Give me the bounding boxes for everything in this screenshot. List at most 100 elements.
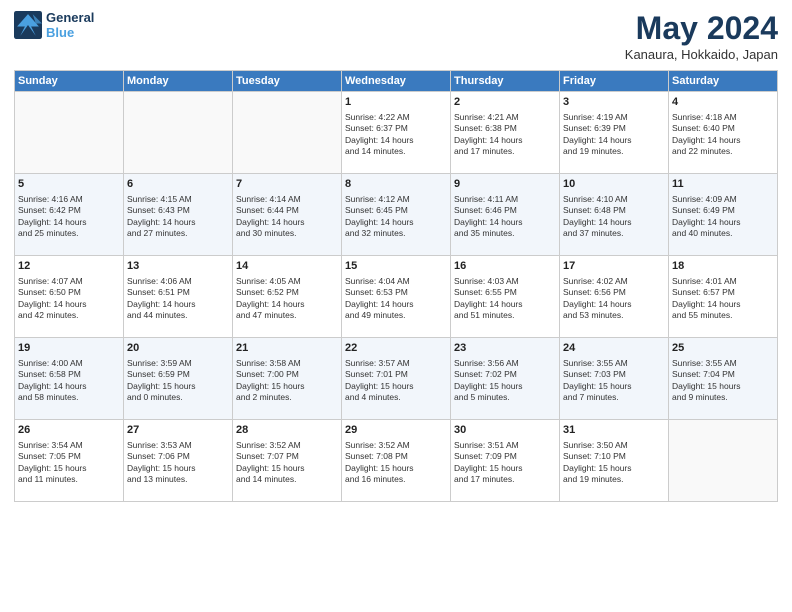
day-number: 5 <box>18 177 120 192</box>
day-number: 17 <box>563 259 665 274</box>
day-info: Sunrise: 4:12 AMSunset: 6:45 PMDaylight:… <box>345 194 447 240</box>
calendar-cell: 18 Sunrise: 4:01 AMSunset: 6:57 PMDayligh… <box>669 256 778 338</box>
day-info: Sunrise: 4:00 AMSunset: 6:58 PMDaylight:… <box>18 358 120 404</box>
day-info: Sunrise: 4:06 AMSunset: 6:51 PMDaylight:… <box>127 276 229 322</box>
calendar-week-4: 19 Sunrise: 4:00 AMSunset: 6:58 PMDayligh… <box>15 338 778 420</box>
weekday-header-monday: Monday <box>124 71 233 92</box>
day-number: 1 <box>345 95 447 110</box>
calendar-cell: 10 Sunrise: 4:10 AMSunset: 6:48 PMDayligh… <box>560 174 669 256</box>
calendar-cell: 4Sunrise: 4:18 AMSunset: 6:40 PMDaylight… <box>669 92 778 174</box>
day-info: Sunrise: 3:50 AMSunset: 7:10 PMDaylight:… <box>563 440 665 486</box>
day-info: Sunrise: 4:21 AMSunset: 6:38 PMDaylight:… <box>454 112 556 158</box>
calendar-cell: 12Sunrise: 4:07 AMSunset: 6:50 PMDayligh… <box>15 256 124 338</box>
day-number: 11 <box>672 177 774 192</box>
day-number: 23 <box>454 341 556 356</box>
day-number: 10 <box>563 177 665 192</box>
day-info: Sunrise: 3:59 AMSunset: 6:59 PMDaylight:… <box>127 358 229 404</box>
day-info: Sunrise: 3:56 AMSunset: 7:02 PMDaylight:… <box>454 358 556 404</box>
day-number: 3 <box>563 95 665 110</box>
day-number: 14 <box>236 259 338 274</box>
day-number: 19 <box>18 341 120 356</box>
day-info: Sunrise: 3:54 AMSunset: 7:05 PMDaylight:… <box>18 440 120 486</box>
day-info: Sunrise: 4:14 AMSunset: 6:44 PMDaylight:… <box>236 194 338 240</box>
calendar-page: General Blue May 2024 Kanaura, Hokkaido,… <box>0 0 792 612</box>
day-info: Sunrise: 4:18 AMSunset: 6:40 PMDaylight:… <box>672 112 774 158</box>
weekday-header-saturday: Saturday <box>669 71 778 92</box>
calendar-cell: 25 Sunrise: 3:55 AMSunset: 7:04 PMDayligh… <box>669 338 778 420</box>
calendar-cell: 20 Sunrise: 3:59 AMSunset: 6:59 PMDayligh… <box>124 338 233 420</box>
day-number: 9 <box>454 177 556 192</box>
calendar-cell: 31 Sunrise: 3:50 AMSunset: 7:10 PMDayligh… <box>560 420 669 502</box>
day-number: 12 <box>18 259 120 274</box>
logo-icon <box>14 11 42 39</box>
day-number: 18 <box>672 259 774 274</box>
calendar-cell: 8 Sunrise: 4:12 AMSunset: 6:45 PMDaylight… <box>342 174 451 256</box>
day-info: Sunrise: 4:04 AMSunset: 6:53 PMDaylight:… <box>345 276 447 322</box>
day-number: 29 <box>345 423 447 438</box>
day-number: 7 <box>236 177 338 192</box>
calendar-week-1: 1 Sunrise: 4:22 AMSunset: 6:37 PMDaylight… <box>15 92 778 174</box>
calendar-week-2: 5Sunrise: 4:16 AMSunset: 6:42 PMDaylight… <box>15 174 778 256</box>
calendar-cell: 14Sunrise: 4:05 AMSunset: 6:52 PMDayligh… <box>233 256 342 338</box>
weekday-header-friday: Friday <box>560 71 669 92</box>
day-info: Sunrise: 3:53 AMSunset: 7:06 PMDaylight:… <box>127 440 229 486</box>
day-number: 27 <box>127 423 229 438</box>
calendar-cell <box>124 92 233 174</box>
month-title: May 2024 <box>625 10 778 47</box>
calendar-cell: 27 Sunrise: 3:53 AMSunset: 7:06 PMDayligh… <box>124 420 233 502</box>
header: General Blue May 2024 Kanaura, Hokkaido,… <box>14 10 778 62</box>
day-info: Sunrise: 4:11 AMSunset: 6:46 PMDaylight:… <box>454 194 556 240</box>
calendar-cell: 24 Sunrise: 3:55 AMSunset: 7:03 PMDayligh… <box>560 338 669 420</box>
day-number: 8 <box>345 177 447 192</box>
day-info: Sunrise: 3:55 AMSunset: 7:03 PMDaylight:… <box>563 358 665 404</box>
calendar-cell: 9 Sunrise: 4:11 AMSunset: 6:46 PMDaylight… <box>451 174 560 256</box>
calendar-cell <box>233 92 342 174</box>
weekday-header-row: SundayMondayTuesdayWednesdayThursdayFrid… <box>15 71 778 92</box>
day-number: 16 <box>454 259 556 274</box>
day-number: 24 <box>563 341 665 356</box>
calendar-cell: 23 Sunrise: 3:56 AMSunset: 7:02 PMDayligh… <box>451 338 560 420</box>
day-number: 15 <box>345 259 447 274</box>
day-number: 31 <box>563 423 665 438</box>
day-number: 22 <box>345 341 447 356</box>
calendar-cell: 16Sunrise: 4:03 AMSunset: 6:55 PMDayligh… <box>451 256 560 338</box>
weekday-header-tuesday: Tuesday <box>233 71 342 92</box>
calendar-cell: 21Sunrise: 3:58 AMSunset: 7:00 PMDayligh… <box>233 338 342 420</box>
day-info: Sunrise: 4:10 AMSunset: 6:48 PMDaylight:… <box>563 194 665 240</box>
day-info: Sunrise: 4:02 AMSunset: 6:56 PMDaylight:… <box>563 276 665 322</box>
day-number: 28 <box>236 423 338 438</box>
day-info: Sunrise: 4:09 AMSunset: 6:49 PMDaylight:… <box>672 194 774 240</box>
day-number: 26 <box>18 423 120 438</box>
calendar-week-3: 12Sunrise: 4:07 AMSunset: 6:50 PMDayligh… <box>15 256 778 338</box>
day-info: Sunrise: 3:52 AMSunset: 7:07 PMDaylight:… <box>236 440 338 486</box>
calendar-cell: 7 Sunrise: 4:14 AMSunset: 6:44 PMDaylight… <box>233 174 342 256</box>
weekday-header-wednesday: Wednesday <box>342 71 451 92</box>
calendar-cell: 19 Sunrise: 4:00 AMSunset: 6:58 PMDayligh… <box>15 338 124 420</box>
day-info: Sunrise: 4:22 AMSunset: 6:37 PMDaylight:… <box>345 112 447 158</box>
calendar-cell: 6Sunrise: 4:15 AMSunset: 6:43 PMDaylight… <box>124 174 233 256</box>
day-number: 25 <box>672 341 774 356</box>
logo: General Blue <box>14 10 94 40</box>
calendar-cell <box>669 420 778 502</box>
day-number: 2 <box>454 95 556 110</box>
day-number: 20 <box>127 341 229 356</box>
calendar-cell: 29 Sunrise: 3:52 AMSunset: 7:08 PMDayligh… <box>342 420 451 502</box>
location: Kanaura, Hokkaido, Japan <box>625 47 778 62</box>
day-info: Sunrise: 4:01 AMSunset: 6:57 PMDaylight:… <box>672 276 774 322</box>
logo-text: General Blue <box>46 10 94 40</box>
day-number: 21 <box>236 341 338 356</box>
day-number: 6 <box>127 177 229 192</box>
calendar-table: SundayMondayTuesdayWednesdayThursdayFrid… <box>14 70 778 502</box>
day-info: Sunrise: 3:51 AMSunset: 7:09 PMDaylight:… <box>454 440 556 486</box>
calendar-cell: 26 Sunrise: 3:54 AMSunset: 7:05 PMDayligh… <box>15 420 124 502</box>
day-info: Sunrise: 3:57 AMSunset: 7:01 PMDaylight:… <box>345 358 447 404</box>
day-info: Sunrise: 4:19 AMSunset: 6:39 PMDaylight:… <box>563 112 665 158</box>
day-info: Sunrise: 3:52 AMSunset: 7:08 PMDaylight:… <box>345 440 447 486</box>
title-block: May 2024 Kanaura, Hokkaido, Japan <box>625 10 778 62</box>
day-number: 30 <box>454 423 556 438</box>
calendar-cell <box>15 92 124 174</box>
calendar-cell: 30 Sunrise: 3:51 AMSunset: 7:09 PMDayligh… <box>451 420 560 502</box>
day-info: Sunrise: 3:55 AMSunset: 7:04 PMDaylight:… <box>672 358 774 404</box>
calendar-cell: 13Sunrise: 4:06 AMSunset: 6:51 PMDayligh… <box>124 256 233 338</box>
calendar-cell: 11 Sunrise: 4:09 AMSunset: 6:49 PMDayligh… <box>669 174 778 256</box>
